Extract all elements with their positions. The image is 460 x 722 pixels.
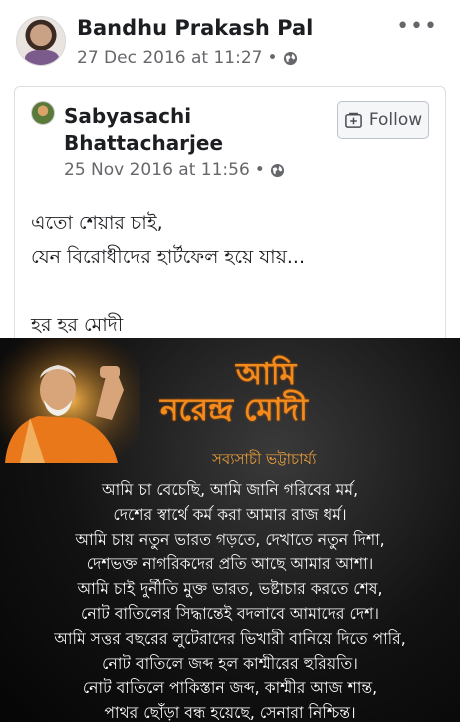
shared-post-timestamp[interactable]: 25 Nov 2016 at 11:56 [64,160,250,180]
follow-label: Follow [368,110,423,130]
author-name[interactable]: Bandhu Prakash Pal [77,16,313,40]
poem-line: নোট বাতিলে পাকিস্তান জব্দ, কাশ্মীর আজ শা… [82,678,378,698]
post-header: Bandhu Prakash Pal 27 Dec 2016 at 11:27 … [0,0,460,82]
globe-icon [270,163,284,177]
meta-separator: • [267,48,278,68]
poem-line: নোট বাতিলে জব্দ হল কাশ্মীরের হুরিয়তি। [102,653,358,673]
shared-post-card: Sabyasachi Bhattacharjee 25 Nov 2016 at … [14,86,446,342]
shared-text-line: হর হর মোদী [31,314,124,336]
post-meta: 27 Dec 2016 at 11:27 • [77,48,298,68]
shared-post-text: এতো শেয়ার চাই, যেন বিরোধীদের হার্টফেল হ… [31,206,305,342]
poem-line: নোট বাতিলের সিদ্ধান্তেই বদলাবে আমাদের দে… [81,603,379,623]
more-options-button[interactable]: ••• [396,14,438,39]
post-timestamp[interactable]: 27 Dec 2016 at 11:27 [77,48,262,68]
globe-icon [283,51,297,65]
poster-author: সব্যসাচী ভট্টাচার্য্য [212,450,317,468]
poem-line: আমি সত্তর বছরের লুটেরাদের ভিখারী বানিয়ে… [54,628,406,648]
poem-text: আমি চা বেচেছি, আমি জানি গরিবের মর্ম, দেশ… [0,478,460,722]
poem-line: আমি চাই দুর্নীতি মুক্ত ভারত, ভষ্টাচার কর… [77,579,383,599]
follow-icon [344,112,362,128]
poem-line: আমি চা বেচেছি, আমি জানি গরিবের মর্ম, [101,480,359,499]
shared-text-line [31,274,305,308]
poster-title-line2: নরেন্দ্র মোদী [160,392,308,428]
poem-line: দেশভক্ত নাগরিকদের প্রতি আছে আমার আশা। [86,554,374,574]
poem-line: দেশের স্বার্থে কর্ম করা আমার রাজ ধর্ম। [113,504,347,524]
poem-line: পাথর ছোঁড়া বন্ধ হয়েছে, সেনারা নিশ্চিন্… [104,703,356,722]
shared-text-line: এতো শেয়ার চাই, [31,212,163,234]
poem-line: আমি চায় নতুন ভারত গড়তে, দেখাতে নতুন দি… [75,529,385,549]
shared-meta-separator: • [254,160,265,180]
shared-post-meta: 25 Nov 2016 at 11:56 • [64,160,285,180]
portrait-illustration [0,338,140,463]
author-avatar[interactable] [16,16,66,66]
poster-image[interactable]: আমি নরেন্দ্র মোদী সব্যসাচী ভট্টাচার্য্য … [0,338,460,722]
follow-button[interactable]: Follow [337,101,429,139]
shared-text-line: যেন বিরোধীদের হার্টফেল হয়ে যায়... [31,246,306,268]
shared-author-name[interactable]: Sabyasachi Bhattacharjee [64,103,304,157]
shared-author-avatar[interactable] [31,101,55,125]
